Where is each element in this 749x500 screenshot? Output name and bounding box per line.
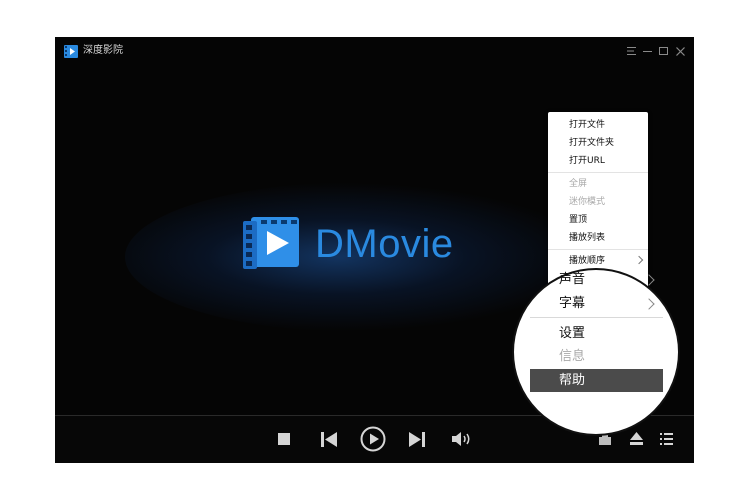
menu-item-mini-mode[interactable]: 迷你模式 [548,194,648,210]
menu-icon[interactable] [624,44,638,58]
menu-item-always-on-top[interactable]: 置顶 [548,212,648,228]
menu-item-settings[interactable]: 设置 [530,322,663,345]
play-icon[interactable] [359,425,387,453]
resize-grip-icon[interactable] [685,454,691,463]
menu-item-fullscreen[interactable]: 全屏 [548,176,648,192]
menu-separator [548,249,648,250]
previous-icon[interactable] [319,430,339,448]
chevron-right-icon [643,298,655,310]
film-play-icon [243,217,299,269]
minimize-icon[interactable] [640,44,654,58]
center-logo: DMovie [243,215,483,273]
menu-item-open-folder[interactable]: 打开文件夹 [548,135,648,151]
menu-item-playlist[interactable]: 播放列表 [548,230,648,246]
menu-item-open-file[interactable]: 打开文件 [548,117,648,133]
menu-item-help[interactable]: 帮助 [530,369,663,392]
close-icon[interactable] [673,44,687,58]
menu-item-open-url[interactable]: 打开URL [548,153,648,169]
menu-separator [548,172,648,173]
next-icon[interactable] [407,430,427,448]
chevron-right-icon [634,255,644,265]
playlist-icon[interactable] [658,430,674,447]
chevron-right-icon [643,274,655,286]
menu-separator [530,317,663,318]
stop-icon[interactable] [276,431,292,447]
app-logo-icon [64,45,78,58]
title-bar[interactable]: 深度影院 [55,37,694,65]
menu-item-sound[interactable]: 声音 [530,268,663,291]
menu-item-play-order[interactable]: 播放顺序 [548,253,648,269]
logo-text: DMovie [315,222,454,266]
zoomed-menu: 声音 字幕 设置 信息 帮助 [530,270,663,400]
menu-item-info[interactable]: 信息 [530,345,663,368]
menu-item-subtitles[interactable]: 字幕 [530,292,663,315]
window-title: 深度影院 [83,45,123,56]
maximize-icon[interactable] [656,44,670,58]
volume-icon[interactable] [451,429,473,449]
eject-icon[interactable] [628,430,644,447]
